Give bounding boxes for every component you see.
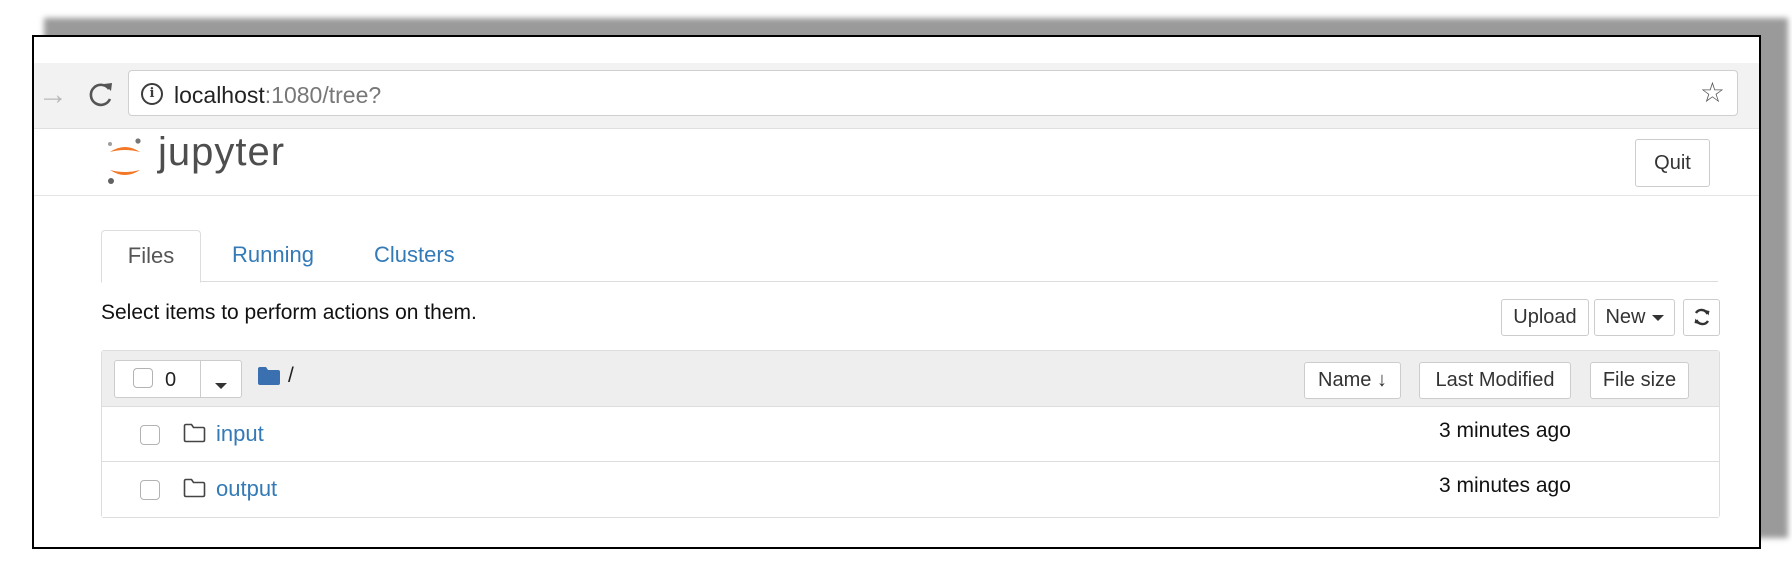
url-host: localhost: [174, 82, 265, 108]
tab-files[interactable]: Files: [101, 230, 201, 283]
file-list-header: 0 / Name ↓ Last Modified File size: [102, 351, 1719, 407]
last-modified: 3 minutes ago: [1439, 419, 1571, 442]
folder-icon: [183, 478, 206, 498]
dropdown-divider: [200, 361, 201, 397]
breadcrumb-root[interactable]: /: [288, 364, 294, 388]
folder-icon[interactable]: [257, 366, 281, 386]
select-menu-toggle[interactable]: [215, 377, 227, 395]
url-path: :1080/tree?: [264, 82, 382, 108]
arrow-forward-icon[interactable]: →: [38, 77, 68, 113]
refresh-icon: [1694, 308, 1709, 326]
select-all-checkbox[interactable]: [133, 368, 153, 388]
folder-link[interactable]: input: [216, 421, 264, 447]
url-text: localhost:1080/tree?: [174, 82, 381, 108]
row-checkbox[interactable]: [140, 480, 160, 500]
last-modified: 3 minutes ago: [1439, 474, 1571, 497]
upload-button[interactable]: Upload: [1501, 299, 1589, 336]
info-icon[interactable]: i: [141, 83, 163, 105]
folder-icon: [183, 423, 206, 443]
select-all-dropdown[interactable]: 0: [114, 360, 242, 398]
browser-toolbar: → i localhost:1080/tree? ☆: [34, 63, 1759, 129]
caret-down-icon: [215, 382, 227, 389]
new-button-label: New: [1605, 306, 1646, 328]
new-dropdown-button[interactable]: New: [1594, 299, 1675, 336]
address-bar[interactable]: i localhost:1080/tree? ☆: [128, 70, 1738, 116]
tab-bar: Files Running Clusters: [101, 230, 1718, 283]
jupyter-logo-icon[interactable]: [104, 136, 146, 186]
sort-by-last-modified-button[interactable]: Last Modified: [1419, 362, 1571, 399]
folder-link[interactable]: output: [216, 476, 277, 502]
list-item[interactable]: output 3 minutes ago: [102, 462, 1719, 517]
quit-button[interactable]: Quit: [1635, 139, 1710, 187]
refresh-button[interactable]: [1683, 299, 1720, 336]
selected-count: 0: [165, 369, 177, 391]
tab-running[interactable]: Running: [232, 230, 314, 282]
selection-hint: Select items to perform actions on them.: [101, 301, 477, 324]
star-icon[interactable]: ☆: [1700, 77, 1725, 109]
list-item[interactable]: input 3 minutes ago: [102, 407, 1719, 462]
tab-clusters[interactable]: Clusters: [374, 230, 455, 282]
sort-by-name-button[interactable]: Name ↓: [1304, 362, 1401, 399]
caret-down-icon: [1651, 314, 1664, 321]
file-list: 0 / Name ↓ Last Modified File size input…: [101, 350, 1720, 518]
sort-by-file-size-button[interactable]: File size: [1590, 362, 1689, 399]
reload-icon[interactable]: [82, 75, 118, 115]
browser-window: → i localhost:1080/tree? ☆ jupyter Quit …: [32, 35, 1761, 549]
jupyter-logo-text[interactable]: jupyter: [158, 130, 285, 174]
row-checkbox[interactable]: [140, 425, 160, 445]
jupyter-header: jupyter Quit: [34, 130, 1759, 196]
